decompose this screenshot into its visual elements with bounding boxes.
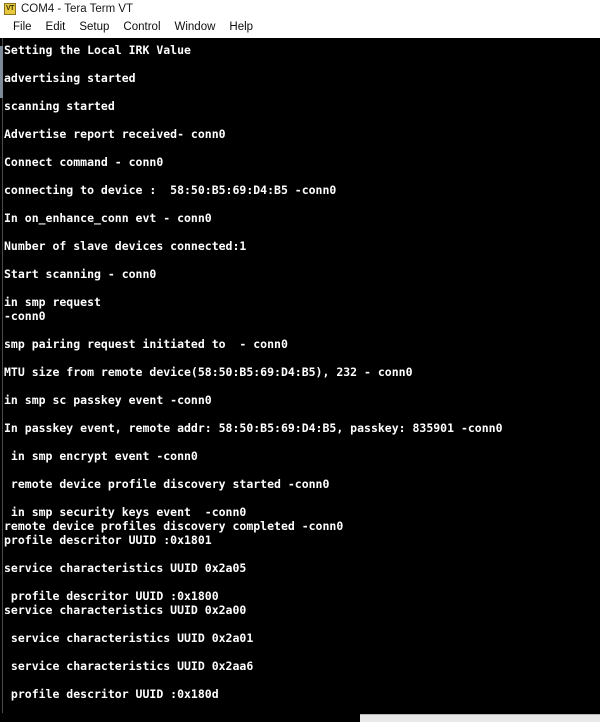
terminal-area[interactable]: Setting the Local IRK Value advertising … <box>0 38 600 713</box>
terminal-line: Advertise report received- conn0 <box>4 127 226 141</box>
terminal-line: scanning started <box>4 99 115 113</box>
terminal-line: profile descritor UUID :0x1801 <box>4 533 212 547</box>
terminal-line: MTU size from remote device(58:50:B5:69:… <box>4 365 413 379</box>
terminal-line: Setting the Local IRK Value <box>4 43 191 57</box>
teraterm-window: VT COM4 - Tera Term VT File Edit Setup C… <box>0 0 600 722</box>
terminal-line: service characteristics UUID 0x2a01 <box>4 631 254 645</box>
terminal-line: service characteristics UUID 0x2a05 <box>4 561 247 575</box>
terminal-line: remote device profiles discovery complet… <box>4 519 344 533</box>
title-bar: VT COM4 - Tera Term VT <box>0 0 600 18</box>
horizontal-scrollbar[interactable] <box>0 713 600 722</box>
terminal-line: in smp encrypt event -conn0 <box>4 449 198 463</box>
terminal-line: in smp request <box>4 295 101 309</box>
terminal-line: profile descritor UUID :0x180d <box>4 687 219 701</box>
terminal-line: in smp security keys event -conn0 <box>4 505 247 519</box>
terminal-line: service characteristics UUID 0x2a00 <box>4 603 247 617</box>
terminal-line: advertising started <box>4 71 136 85</box>
terminal-line: -conn0 <box>4 309 46 323</box>
menu-item-setup[interactable]: Setup <box>72 20 116 35</box>
terminal-line: in smp sc passkey event -conn0 <box>4 393 212 407</box>
menu-item-edit[interactable]: Edit <box>39 20 73 35</box>
terminal-output: Setting the Local IRK Value advertising … <box>0 38 600 713</box>
teraterm-vt-icon: VT <box>4 3 16 15</box>
menu-item-window[interactable]: Window <box>168 20 223 35</box>
terminal-line: profile descritor UUID :0x1800 <box>4 589 219 603</box>
terminal-line: Connect command - conn0 <box>4 155 164 169</box>
terminal-line: smp pairing request initiated to - conn0 <box>4 337 288 351</box>
terminal-line: In passkey event, remote addr: 58:50:B5:… <box>4 421 503 435</box>
terminal-line: In on_enhance_conn evt - conn0 <box>4 211 212 225</box>
menu-item-control[interactable]: Control <box>116 20 167 35</box>
horizontal-scrollbar-thumb[interactable] <box>0 714 360 722</box>
menu-item-help[interactable]: Help <box>222 20 260 35</box>
menu-bar: File Edit Setup Control Window Help <box>0 18 600 38</box>
terminal-line: Start scanning - conn0 <box>4 267 157 281</box>
menu-item-file[interactable]: File <box>6 20 39 35</box>
terminal-line: Number of slave devices connected:1 <box>4 239 247 253</box>
terminal-line: remote device profile discovery started … <box>4 477 330 491</box>
horizontal-scrollbar-track[interactable] <box>360 714 600 722</box>
teraterm-vt-icon-label: VT <box>6 5 14 12</box>
terminal-line: connecting to device : 58:50:B5:69:D4:B5… <box>4 183 337 197</box>
window-title: COM4 - Tera Term VT <box>21 3 134 15</box>
terminal-line: service characteristics UUID 0x2aa6 <box>4 659 254 673</box>
